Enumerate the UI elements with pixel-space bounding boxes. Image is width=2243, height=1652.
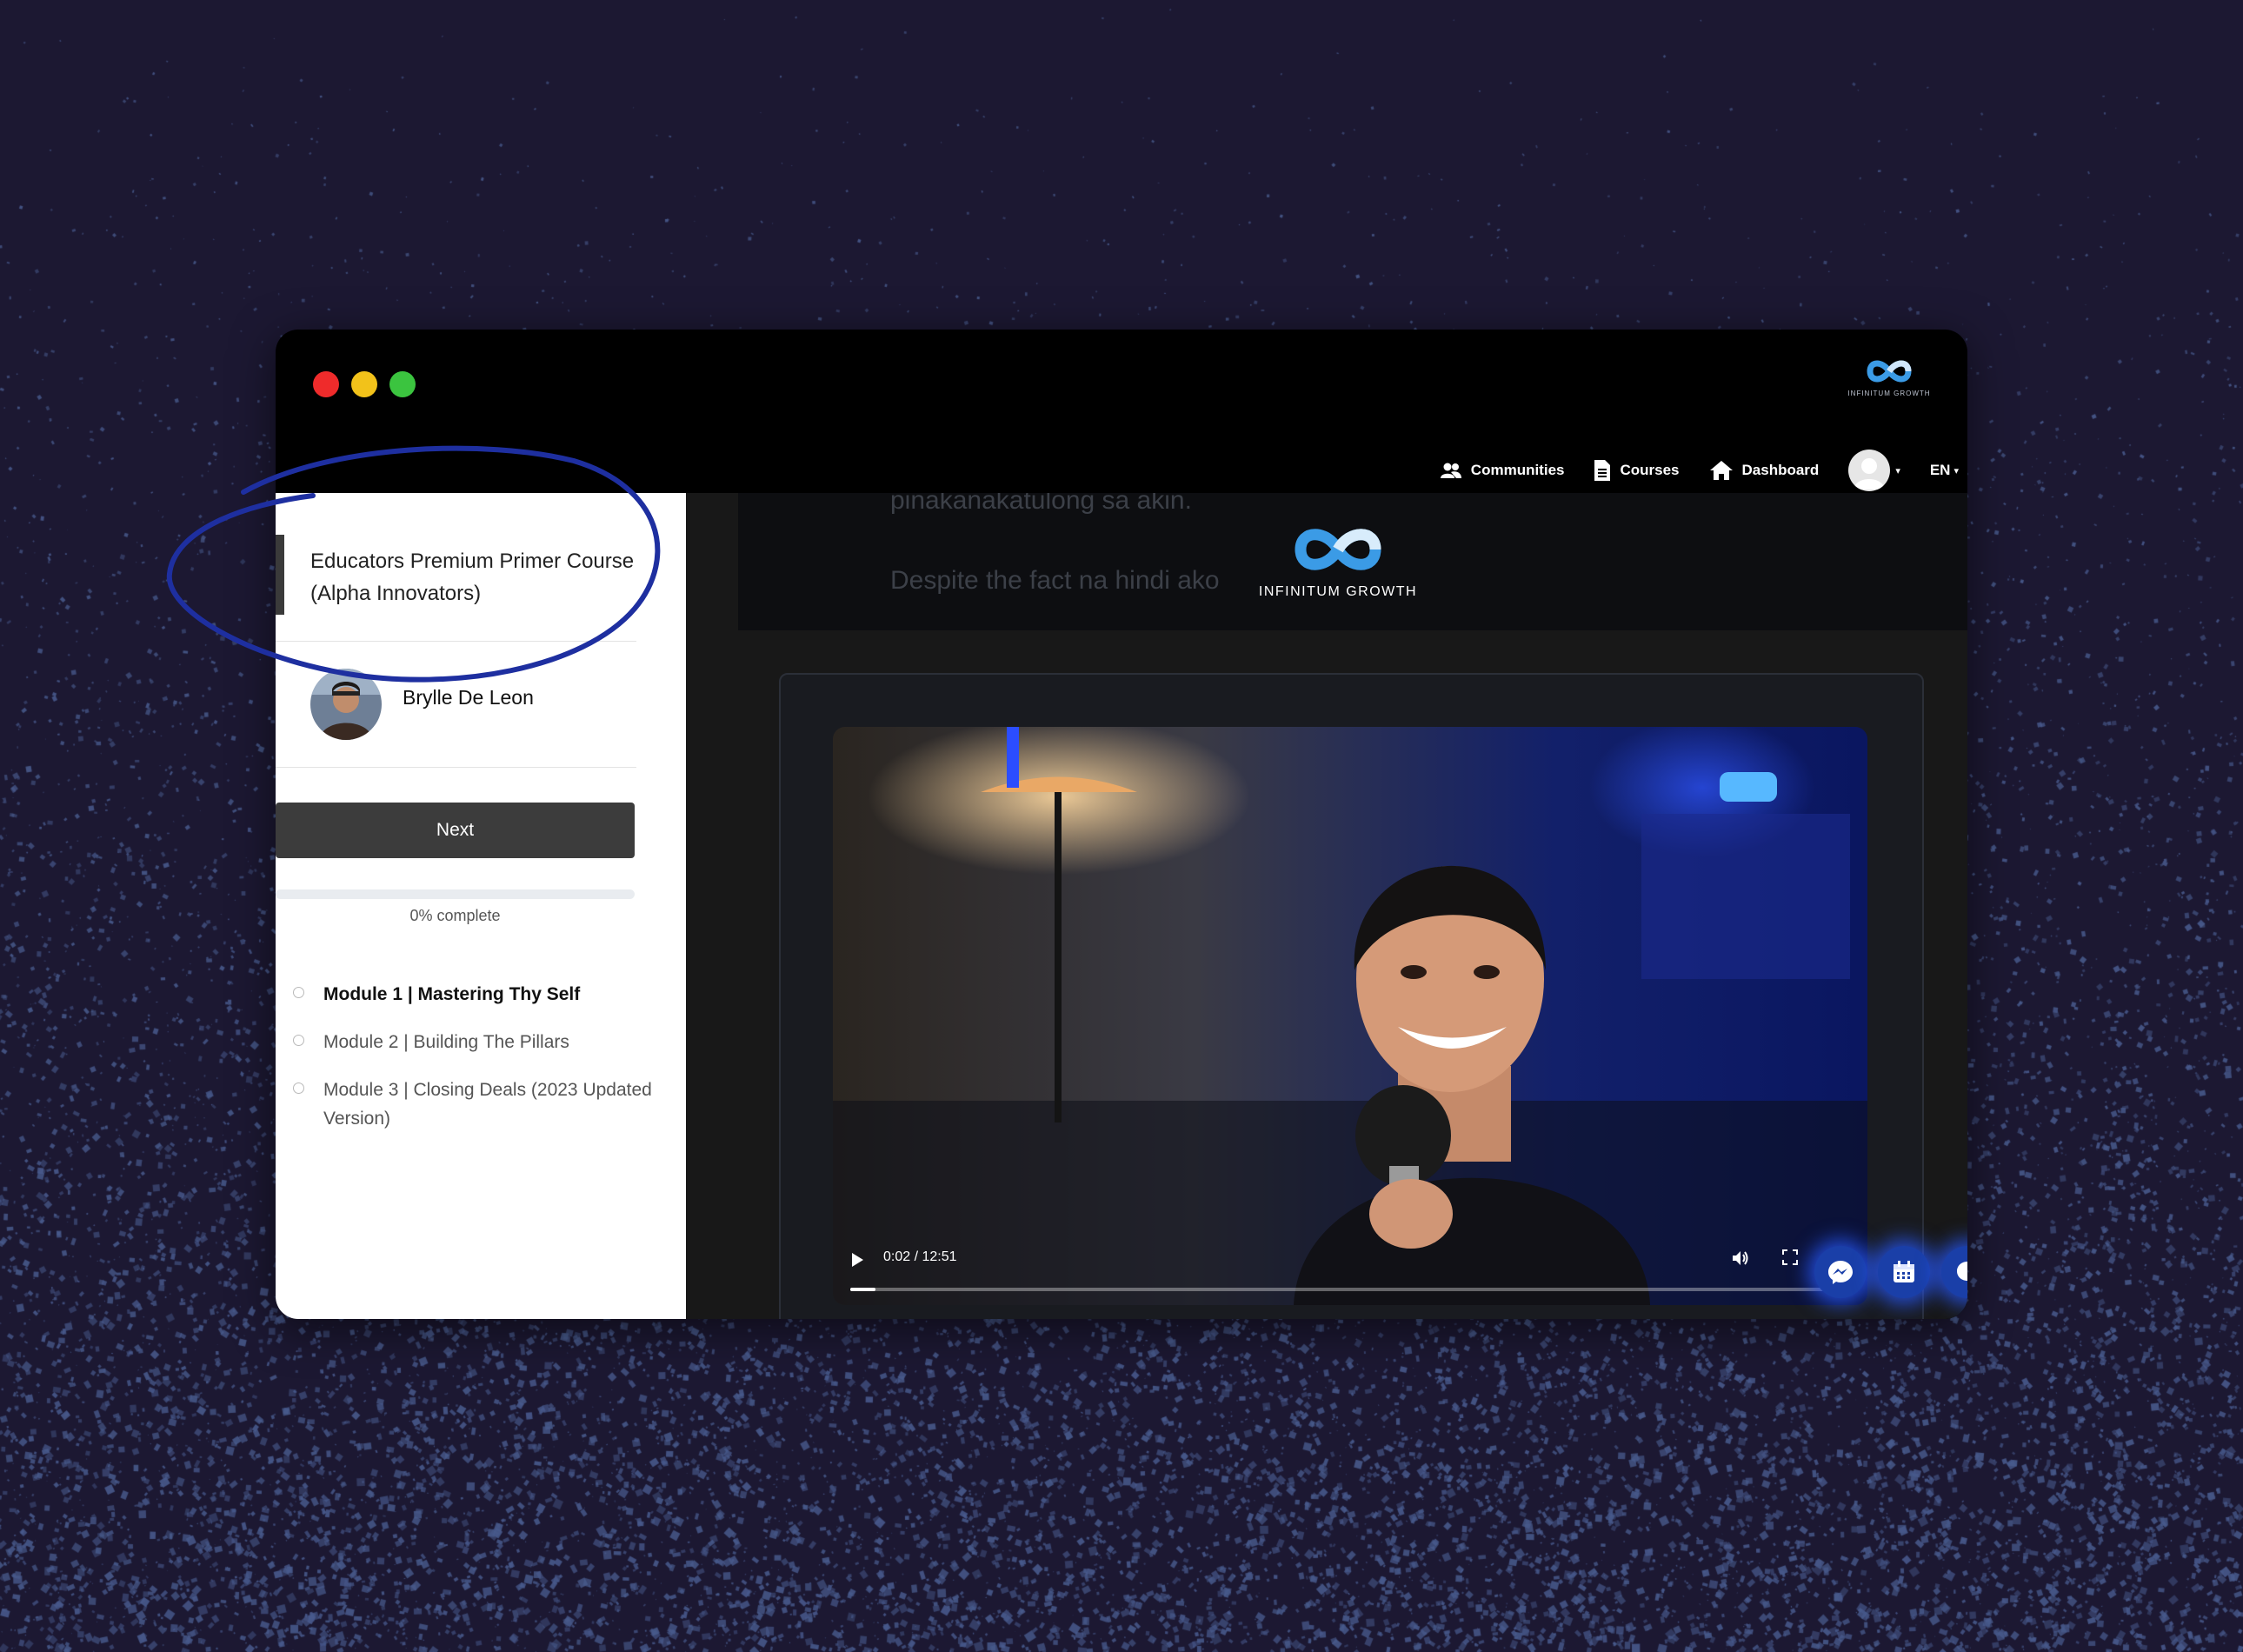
calendar-button[interactable]: [1878, 1246, 1930, 1298]
maximize-dot[interactable]: [389, 371, 416, 397]
course-banner: pinakanakatulong sa akin. Despite the fa…: [738, 493, 1967, 630]
infinity-logo-icon: [1867, 360, 1912, 383]
divider: [276, 641, 636, 642]
play-icon[interactable]: [852, 1253, 863, 1267]
banner-ghost-text: pinakanakatulong sa akin.: [890, 493, 1192, 515]
module-label: Module 3 | Closing Deals (2023 Updated V…: [323, 1080, 652, 1129]
brand-caption: INFINITUM GROWTH: [1847, 390, 1931, 397]
browser-window: INFINITUM GROWTH Communities Courses Das…: [276, 330, 1967, 1319]
banner-logo-caption: INFINITUM GROWTH: [1258, 584, 1418, 599]
nav-communities-label: Communities: [1470, 462, 1565, 478]
volume-icon[interactable]: [1731, 1249, 1750, 1267]
messenger-button[interactable]: [1814, 1246, 1867, 1298]
people-icon: [1440, 463, 1461, 478]
radio-circle-icon: [293, 1082, 304, 1094]
course-title: Educators Premium Primer Course (Alpha I…: [310, 550, 635, 605]
instructor-photo-icon: [310, 669, 382, 740]
radio-circle-icon: [293, 1035, 304, 1046]
document-icon: [1594, 460, 1611, 481]
module-label: Module 2 | Building The Pillars: [323, 1032, 569, 1052]
chat-icon: [1957, 1262, 1967, 1281]
top-navigation: Communities Courses Dashboard ▾ EN ▾: [1440, 450, 1959, 491]
chevron-down-icon: ▾: [1895, 465, 1900, 476]
instructor-avatar: [310, 669, 382, 740]
video-scrubber[interactable]: [850, 1288, 1850, 1291]
minimize-dot[interactable]: [351, 371, 377, 397]
nav-dashboard-label: Dashboard: [1741, 462, 1820, 478]
user-silhouette-icon: [1854, 458, 1886, 490]
chevron-down-icon: ▾: [1953, 465, 1959, 476]
nav-courses[interactable]: Courses: [1594, 459, 1680, 482]
language-label: EN: [1929, 462, 1951, 478]
profile-menu[interactable]: ▾: [1848, 450, 1900, 491]
module-item[interactable]: Module 2 | Building The Pillars: [293, 1028, 658, 1056]
fullscreen-icon[interactable]: [1782, 1249, 1798, 1265]
close-dot[interactable]: [313, 371, 339, 397]
messenger-icon: [1828, 1261, 1853, 1284]
infinity-logo-icon: [1295, 529, 1381, 570]
nav-courses-label: Courses: [1620, 462, 1680, 478]
brand-logo[interactable]: INFINITUM GROWTH: [1837, 356, 1941, 397]
radio-circle-icon: [293, 987, 304, 998]
module-label: Module 1 | Mastering Thy Self: [323, 984, 581, 1004]
banner-logo: INFINITUM GROWTH: [1242, 519, 1434, 600]
video-player[interactable]: 0:02 / 12:51: [833, 727, 1867, 1305]
module-list: Module 1 | Mastering Thy Self Module 2 | …: [293, 980, 658, 1152]
nav-dashboard[interactable]: Dashboard: [1709, 460, 1820, 481]
next-button[interactable]: Next: [276, 803, 635, 858]
video-scrubber-fill: [850, 1288, 875, 1291]
nav-communities[interactable]: Communities: [1440, 462, 1565, 479]
video-time: 0:02 / 12:51: [883, 1249, 957, 1264]
instructor-name: Brylle De Leon: [403, 686, 534, 709]
title-accent-bar: [276, 535, 284, 615]
module-item[interactable]: Module 3 | Closing Deals (2023 Updated V…: [293, 1076, 658, 1133]
video-controls: 0:02 / 12:51: [833, 1236, 1867, 1305]
avatar: [1848, 450, 1891, 491]
course-progress-bar: [276, 889, 635, 899]
home-icon: [1709, 461, 1733, 480]
module-item[interactable]: Module 1 | Mastering Thy Self: [293, 980, 658, 1009]
course-sidebar: Educators Premium Primer Course (Alpha I…: [276, 493, 686, 1319]
divider: [276, 767, 636, 768]
calendar-icon: [1894, 1261, 1914, 1282]
video-frame: [833, 727, 1867, 1305]
progress-label: 0% complete: [409, 907, 501, 924]
banner-ghost-text: Despite the fact na hindi ako: [890, 566, 1220, 595]
language-selector[interactable]: EN ▾: [1930, 462, 1959, 479]
